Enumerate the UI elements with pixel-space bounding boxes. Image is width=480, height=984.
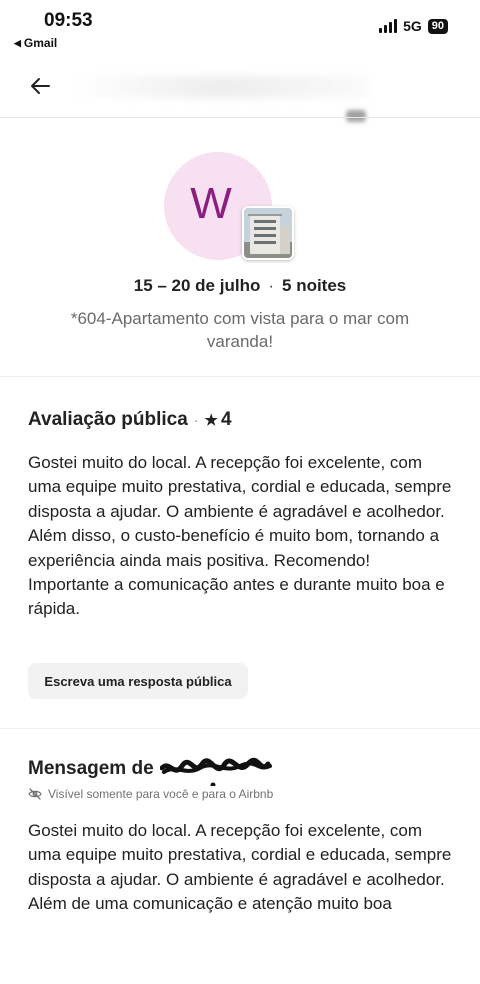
back-triangle-icon: ◀ [14, 37, 21, 48]
listing-name: *604-Apartamento com vista para o mar co… [70, 309, 410, 351]
write-public-reply-button[interactable]: Escreva uma resposta pública [28, 663, 248, 699]
header-divider [0, 117, 480, 118]
section-divider [0, 728, 480, 729]
back-button[interactable] [24, 72, 56, 100]
privacy-note: Visível somente para você e para o Airbn… [28, 787, 273, 801]
top-nav [0, 60, 480, 116]
message-text: Gostei muito do local. A recepção foi ex… [28, 821, 452, 914]
blurred-page-title [70, 76, 370, 98]
privacy-note-label: Visível somente para você e para o Airbn… [48, 787, 274, 801]
review-rating: 4 [220, 409, 232, 430]
separator-dot: · [268, 276, 275, 295]
review-heading-label: Avaliação pública [28, 409, 188, 430]
back-to-app-link[interactable]: ◀ Gmail [14, 36, 57, 50]
status-bar: 09:53 ◀ Gmail 5G 90 [0, 0, 480, 56]
battery-icon: 90 [427, 18, 448, 34]
listing-thumbnail [242, 206, 294, 260]
back-app-label: Gmail [23, 36, 58, 50]
status-indicators: 5G 90 [379, 18, 448, 34]
section-divider [0, 376, 480, 377]
star-icon: ★ [204, 412, 218, 429]
arrow-left-icon [31, 78, 50, 94]
message-heading-label: Mensagem de [28, 758, 154, 779]
building-image [244, 208, 292, 258]
review-text: Gostei muito do local. A recepção foi ex… [28, 451, 456, 622]
blurred-title-fragment [346, 110, 366, 122]
status-time: 09:53 [44, 10, 93, 31]
message-heading: Mensagem de [28, 756, 272, 788]
date-range: 15 – 20 de julho [133, 276, 261, 295]
review-paragraph: Importante a comunicação antes e durante… [28, 575, 445, 619]
redacted-name-scribble [159, 756, 272, 788]
heading-dot: · [193, 412, 199, 428]
nights-count: 5 noites [282, 276, 347, 295]
signal-icon [379, 19, 398, 33]
stay-dates: 15 – 20 de julho · 5 noites [0, 276, 480, 296]
review-paragraph: Gostei muito do local. A recepção foi ex… [28, 453, 452, 570]
eye-off-icon [28, 788, 42, 800]
network-label: 5G [403, 18, 422, 34]
avatar-initial: W [190, 179, 232, 228]
review-heading: Avaliação pública · ★ 4 [28, 409, 232, 431]
